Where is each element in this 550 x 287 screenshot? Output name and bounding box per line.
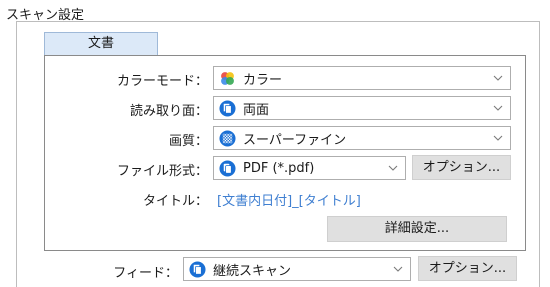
quality-dropdown[interactable]: スーパーファイン — [213, 126, 511, 150]
title-value-link[interactable]: [文書内日付]_[タイトル] — [217, 190, 361, 209]
feed-label: フィード： — [113, 266, 178, 281]
tab-document[interactable]: 文書 — [44, 32, 158, 56]
quality-label: 画質： — [168, 134, 208, 149]
feed-options-button[interactable]: オプション... — [418, 256, 517, 281]
feed-dropdown[interactable]: 継続スキャン — [183, 257, 411, 281]
title-label: タイトル： — [142, 194, 208, 209]
chevron-down-icon — [388, 165, 398, 171]
file-format-dropdown[interactable]: PDF (*.pdf) — [213, 156, 406, 180]
file-format-value: PDF (*.pdf) — [243, 160, 315, 176]
file-format-options-button[interactable]: オプション... — [412, 155, 511, 180]
chevron-down-icon — [393, 266, 403, 272]
sides-label: 読み取り面： — [129, 104, 208, 119]
quality-value: スーパーファイン — [243, 132, 347, 148]
quality-icon — [219, 129, 236, 147]
detail-settings-button[interactable]: 詳細設定... — [327, 216, 507, 242]
color-mode-icon — [219, 69, 236, 87]
color-mode-value: カラー — [243, 72, 283, 88]
file-format-label: ファイル形式： — [116, 164, 208, 179]
duplex-icon — [219, 99, 236, 117]
sides-value: 両面 — [243, 102, 270, 118]
pdf-icon — [219, 159, 236, 177]
chevron-down-icon — [493, 75, 503, 81]
color-mode-dropdown[interactable]: カラー — [213, 66, 511, 90]
continuous-scan-icon — [189, 260, 206, 278]
feed-value: 継続スキャン — [213, 263, 292, 279]
chevron-down-icon — [493, 135, 503, 141]
color-mode-label: カラーモード： — [116, 74, 208, 89]
sides-dropdown[interactable]: 両面 — [213, 96, 511, 120]
chevron-down-icon — [493, 105, 503, 111]
